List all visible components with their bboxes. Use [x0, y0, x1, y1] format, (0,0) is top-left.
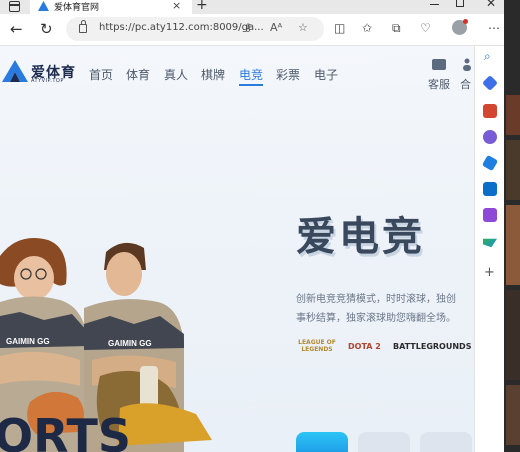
read-aloud-icon[interactable]: Aᴬ	[270, 21, 282, 34]
taskbar-thumbnail	[506, 385, 520, 445]
esports-players-image: GAIMIN GG GAIMIN GG ORTS	[0, 238, 212, 452]
key-icon[interactable]: ⚷	[244, 21, 252, 34]
web-page: 爱体育 ATYVIP.TOP 首页 体育 真人 棋牌 电竞 彩票 电子 客服 合…	[0, 46, 474, 452]
customer-service-link[interactable]: 客服	[428, 76, 450, 92]
banner-letters: ORTS	[0, 409, 131, 452]
logo-subtitle: ATYVIP.TOP	[31, 78, 64, 84]
site-favicon-icon	[38, 1, 49, 11]
hero-title: 爱电竞	[296, 213, 425, 260]
browser-toolbar: ← ↻ https://pc.aty112.com:8009/ga... ⚷ A…	[0, 14, 520, 46]
favorite-star-icon[interactable]: ☆	[298, 21, 308, 34]
user-group-icon[interactable]	[462, 58, 474, 71]
chat-icon[interactable]	[432, 59, 446, 70]
taskbar-thumbnail	[506, 140, 520, 200]
sidebar-designer-icon[interactable]	[483, 208, 497, 222]
address-bar[interactable]: https://pc.aty112.com:8009/ga... ⚷ Aᴬ ☆	[66, 17, 324, 41]
url-text[interactable]: https://pc.aty112.com:8009/ga...	[99, 22, 264, 33]
game-button-2[interactable]	[358, 432, 410, 452]
maximize-icon[interactable]	[456, 0, 464, 7]
browser-essentials-icon[interactable]: ♡	[420, 21, 431, 35]
sidebar-shopping-icon[interactable]	[482, 75, 498, 91]
profile-avatar[interactable]	[452, 19, 468, 35]
game-button-3[interactable]	[420, 432, 472, 452]
sidebar-tools-icon[interactable]	[483, 104, 497, 118]
close-window-icon[interactable]: ✕	[486, 0, 496, 10]
right-jersey-text: GAIMIN GG	[108, 339, 152, 348]
tab-title: 爱体育官网	[54, 3, 100, 13]
sidebar-m365-icon[interactable]	[481, 154, 499, 172]
nav-item-esports[interactable]: 电竞	[239, 66, 263, 83]
sidebar-drop-icon[interactable]	[483, 238, 497, 248]
game-button-1[interactable]	[296, 432, 348, 452]
nav-item-sports[interactable]: 体育	[126, 66, 150, 83]
lock-icon	[79, 20, 87, 33]
nav-item-home[interactable]: 首页	[89, 66, 113, 83]
nav-item-live[interactable]: 真人	[164, 66, 188, 83]
taskbar-thumbnail	[506, 205, 520, 285]
nav-item-lottery[interactable]: 彩票	[276, 66, 300, 83]
split-screen-icon[interactable]: ◫	[334, 21, 345, 35]
sidebar-search-icon[interactable]: ⌕	[484, 49, 491, 64]
partner-link[interactable]: 合	[460, 76, 471, 92]
lol-logo[interactable]: LEAGUE OF LEGENDS	[296, 339, 338, 353]
sidebar-add-icon[interactable]: +	[484, 265, 495, 280]
edge-sidebar: ⌕ +	[474, 46, 504, 452]
hero-description-line-2: 事秒结算，独家滚球助您嗨翻全场。	[296, 313, 456, 324]
hero-description: 创新电竞竞猜模式，时时滚球，独创 事秒结算，独家滚球助您嗨翻全场。	[296, 290, 474, 328]
pubg-logo[interactable]: BATTLEGROUNDS	[393, 342, 471, 351]
dota2-logo[interactable]: DOTA 2	[348, 342, 381, 351]
new-tab-button[interactable]: +	[196, 0, 208, 13]
back-button[interactable]: ←	[10, 21, 23, 37]
nav-item-electronic[interactable]: 电子	[314, 66, 338, 83]
minimize-icon[interactable]	[430, 4, 439, 5]
left-jersey-text: GAIMIN GG	[6, 337, 50, 346]
nav-item-cards[interactable]: 棋牌	[201, 66, 225, 83]
collections-icon[interactable]: ⧉	[392, 21, 401, 35]
site-logo-icon[interactable]	[2, 60, 28, 82]
tab-close-icon[interactable]: ×	[172, 0, 181, 12]
taskbar-thumbnail	[506, 290, 520, 380]
taskbar-thumbnail	[506, 95, 520, 135]
tab-actions-icon[interactable]	[9, 1, 20, 12]
active-nav-underline	[239, 84, 263, 86]
refresh-button[interactable]: ↻	[40, 21, 53, 37]
sidebar-outlook-icon[interactable]	[483, 182, 497, 196]
sidebar-games-icon[interactable]	[483, 130, 497, 144]
more-menu-icon[interactable]: …	[488, 18, 500, 32]
browser-tab[interactable]: 爱体育官网 ×	[30, 0, 192, 14]
tab-bar: 爱体育官网 × + ✕	[0, 0, 520, 14]
favorites-icon[interactable]: ✩	[362, 21, 372, 35]
hero-description-line-1: 创新电竞竞猜模式，时时滚球，独创	[296, 294, 456, 305]
